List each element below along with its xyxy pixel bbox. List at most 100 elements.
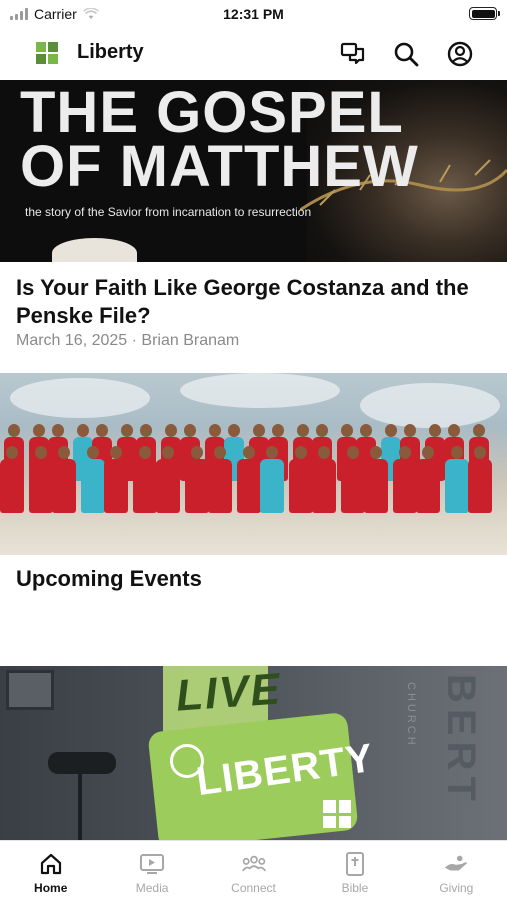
person-figure [468,459,492,513]
person-head [318,446,330,459]
person-head [404,424,416,437]
status-time: 12:31 PM [223,6,284,22]
studio-light-image [6,670,54,710]
person-head [33,424,45,437]
person-figure [0,459,24,513]
person-figure [81,459,105,513]
person-head [96,424,108,437]
tab-label: Connect [231,881,276,895]
person-head [58,446,70,459]
person-figure [445,459,469,513]
person-head [214,446,226,459]
person-head [52,424,64,437]
person-figure [289,459,313,513]
person-head [422,446,434,459]
person-figure [341,459,365,513]
battery-icon [469,7,500,20]
person-head [473,424,485,437]
person-head [266,446,278,459]
article-title[interactable]: Is Your Faith Like George Costanza and t… [16,274,486,330]
upcoming-events-photo[interactable] [0,373,507,555]
person-head [191,446,203,459]
liberty-wall-text: BERT [439,674,483,807]
profile-icon[interactable] [446,40,474,68]
media-icon [139,851,165,877]
person-figure [208,459,232,513]
person-head [360,424,372,437]
person-figure [52,459,76,513]
person-head [184,424,196,437]
person-head [272,424,284,437]
tab-label: Home [34,881,68,895]
person-figure [364,459,388,513]
person-figure [104,459,128,513]
tab-label: Bible [341,881,369,895]
connect-icon [241,851,267,877]
person-head [139,446,151,459]
search-icon[interactable] [392,40,420,68]
tab-giving[interactable]: Giving [406,841,507,900]
person-head [253,424,265,437]
hero-title-line1: THE GOSPEL [20,80,404,145]
tab-label: Giving [439,881,474,895]
tab-label: Media [135,881,169,895]
person-figure [237,459,261,513]
tab-media[interactable]: Media [101,841,202,900]
person-head [35,446,47,459]
person-figure [260,459,284,513]
person-figure [156,459,180,513]
person-head [297,424,309,437]
tab-connect[interactable]: Connect [203,841,304,900]
person-head [140,424,152,437]
bible-icon [342,851,368,877]
person-head [228,424,240,437]
person-figure [29,459,53,513]
person-head [341,424,353,437]
giving-icon [443,851,469,877]
manger-image [52,238,137,262]
person-figure [133,459,157,513]
church-side-text: CHURCH [405,682,417,748]
microphone-image [48,752,116,774]
person-head [6,446,18,459]
person-head [385,424,397,437]
home-icon [38,851,64,877]
upcoming-events-title: Upcoming Events [16,566,202,591]
hero-subtitle: the story of the Savior from incarnation… [25,205,312,219]
app-header: Liberty [0,30,507,78]
person-head [8,424,20,437]
person-head [121,424,133,437]
person-head [429,424,441,437]
hero-title-line2: OF MATTHEW [20,134,419,199]
app-title: Liberty [77,41,144,63]
person-figure [312,459,336,513]
tab-home[interactable]: Home [0,841,101,900]
person-head [451,446,463,459]
status-bar: Carrier 12:31 PM [0,0,507,30]
tab-bible[interactable]: Bible [304,841,405,900]
person-head [474,446,486,459]
person-figure [185,459,209,513]
person-head [295,446,307,459]
person-figure [393,459,417,513]
liberty-logo[interactable] [36,42,58,64]
tab-bar: Home Media Connect Bible Giving [0,840,507,900]
person-head [110,446,122,459]
person-head [77,424,89,437]
chat-bubbles-icon[interactable] [339,40,367,68]
person-head [165,424,177,437]
person-head [209,424,221,437]
live-at-liberty-card[interactable]: LIVE LIBERTY CHURCH BERT [0,666,507,840]
person-head [87,446,99,459]
person-head [243,446,255,459]
person-head [162,446,174,459]
person-head [399,446,411,459]
person-head [347,446,359,459]
live-label: LIVE [174,666,284,721]
hero-banner[interactable]: THE GOSPEL OF MATTHEW the story of the S… [0,80,507,262]
liberty-small-logo [323,800,351,828]
hero-title: THE GOSPEL OF MATTHEW [20,80,419,199]
person-head [370,446,382,459]
person-figure [416,459,440,513]
article-meta: March 16, 2025 · Brian Branam [16,332,240,349]
